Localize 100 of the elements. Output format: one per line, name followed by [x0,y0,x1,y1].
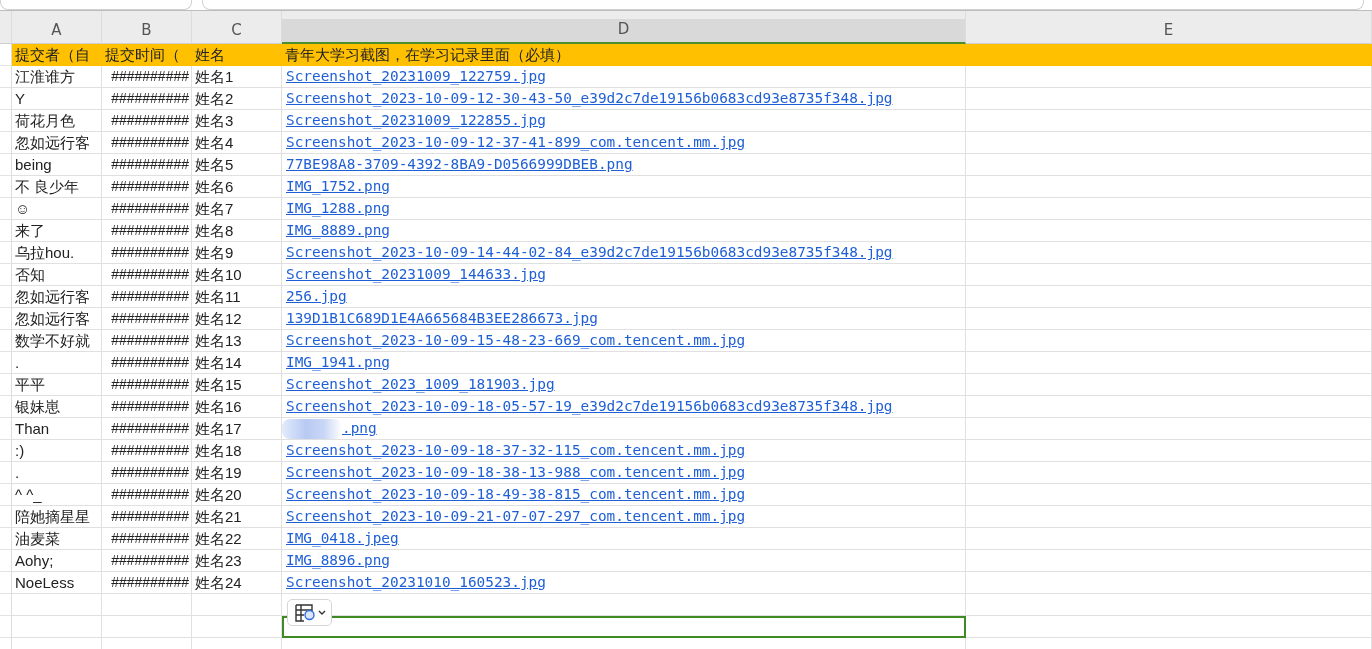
file-link[interactable]: Screenshot_2023_1009_181903.jpg [286,374,555,395]
empty-cell[interactable] [966,528,1372,550]
empty-cell[interactable] [966,88,1372,110]
empty-cell[interactable] [966,506,1372,528]
column-header[interactable]: C [192,11,282,44]
row-header[interactable] [0,462,12,484]
file-link[interactable]: Screenshot_2023-10-09-18-38-13-988_com.tencent.mm.jpg [286,462,746,483]
file-link[interactable]: 139D1B1C689D1E4A665684B3EE286673.jpg [286,308,598,329]
row-header[interactable] [0,594,12,616]
file-link[interactable]: IMG_1288.png [286,198,390,219]
file-link[interactable]: Screenshot_2023-10-09-12-37-41-899_com.tencent.mm.jpg [286,132,746,153]
empty-cell[interactable] [966,440,1372,462]
row-header[interactable] [0,528,12,550]
row-header[interactable] [0,176,12,198]
row-header[interactable] [0,286,12,308]
empty-cell[interactable] [192,616,282,638]
table-cell: 否知 [12,264,102,286]
empty-cell[interactable] [192,594,282,616]
empty-cell[interactable] [966,66,1372,88]
row-header[interactable] [0,396,12,418]
row-header[interactable] [0,506,12,528]
file-link[interactable]: Screenshot_2023-10-09-18-49-38-815_com.tencent.mm.jpg [286,484,746,505]
table-cell: 忽如远行客 [12,286,102,308]
row-header[interactable] [0,264,12,286]
column-header[interactable]: A [12,11,102,44]
empty-cell[interactable] [966,572,1372,594]
empty-cell[interactable] [966,616,1372,638]
empty-cell[interactable] [966,396,1372,418]
file-link[interactable]: Screenshot_20231009_122759.jpg [286,66,546,87]
row-header[interactable] [0,132,12,154]
file-link[interactable]: Screenshot_20231010_160523.jpg [286,572,546,593]
empty-cell[interactable] [966,308,1372,330]
table-cell: ########## [102,352,192,374]
row-header[interactable] [0,352,12,374]
selected-cell[interactable] [282,616,966,638]
file-link[interactable]: 77BE98A8-3709-4392-8BA9-D0566999DBEB.png [286,154,633,175]
row-header[interactable] [0,198,12,220]
empty-cell[interactable] [966,154,1372,176]
empty-cell[interactable] [966,330,1372,352]
column-header[interactable]: B [102,11,192,44]
row-header[interactable] [0,616,12,638]
empty-cell[interactable] [966,550,1372,572]
row-header[interactable] [0,242,12,264]
row-header[interactable] [0,550,12,572]
table-cell: ########## [102,418,192,440]
file-link[interactable]: IMG_1941.png [286,352,390,373]
file-link[interactable]: Screenshot_2023-10-09-21-07-07-297_com.tencent.mm.jpg [286,506,746,527]
empty-cell[interactable] [966,198,1372,220]
row-header[interactable] [0,572,12,594]
column-header[interactable]: E [966,11,1372,44]
empty-cell[interactable] [102,616,192,638]
row-header[interactable] [0,418,12,440]
file-link[interactable]: Screenshot_2023-10-09-18-05-57-19_e39d2c7de19156b0683cd93e8735f348.jpg [286,396,893,417]
empty-cell[interactable] [966,220,1372,242]
empty-cell[interactable] [966,594,1372,616]
row-header[interactable] [0,220,12,242]
row-header[interactable] [0,440,12,462]
empty-cell[interactable] [102,594,192,616]
paste-options-button[interactable] [287,599,332,626]
file-link[interactable]: Screenshot_2023-10-09-18-37-32-115_com.tencent.mm.jpg [286,440,746,461]
file-link[interactable]: IMG_8896.png [286,550,390,571]
table-cell: 姓名3 [192,110,282,132]
table-cell: ########## [102,154,192,176]
row-header[interactable] [0,308,12,330]
empty-cell[interactable] [966,374,1372,396]
empty-cell[interactable] [966,418,1372,440]
file-link[interactable]: Screenshot_20231009_122855.jpg [286,110,546,131]
file-link[interactable]: .png [342,418,377,439]
table-cell: 姓名14 [192,352,282,374]
empty-cell[interactable] [966,462,1372,484]
file-link[interactable]: 256.jpg [286,286,347,307]
corner-cell[interactable] [0,11,12,44]
empty-cell[interactable] [966,352,1372,374]
row-header[interactable] [0,88,12,110]
file-link[interactable]: IMG_1752.png [286,176,390,197]
empty-cell[interactable] [966,242,1372,264]
table-cell: ########## [102,110,192,132]
file-link[interactable]: IMG_8889.png [286,220,390,241]
row-header[interactable] [0,374,12,396]
empty-cell[interactable] [966,264,1372,286]
file-link[interactable]: IMG_0418.jpeg [286,528,399,549]
file-link[interactable]: Screenshot_2023-10-09-15-48-23-669_com.tencent.mm.jpg [286,330,746,351]
empty-cell[interactable] [966,176,1372,198]
row-header[interactable] [0,330,12,352]
row-header[interactable] [0,110,12,132]
column-header[interactable]: D [282,11,966,44]
empty-cell[interactable] [966,132,1372,154]
row-header[interactable] [0,66,12,88]
file-link[interactable]: Screenshot_20231009_144633.jpg [286,264,546,285]
table-cell: 姓名7 [192,198,282,220]
row-header[interactable] [0,154,12,176]
table-cell: 姓名5 [192,154,282,176]
row-header[interactable] [0,484,12,506]
empty-cell[interactable] [966,286,1372,308]
empty-cell[interactable] [966,110,1372,132]
row-header[interactable] [0,44,12,66]
file-link[interactable]: Screenshot_2023-10-09-14-44-02-84_e39d2c7de19156b0683cd93e8735f348.jpg [286,242,893,263]
file-link[interactable]: Screenshot_2023-10-09-12-30-43-50_e39d2c7de19156b0683cd93e8735f348.jpg [286,88,893,109]
empty-cell[interactable] [966,484,1372,506]
table-cell: being [12,154,102,176]
